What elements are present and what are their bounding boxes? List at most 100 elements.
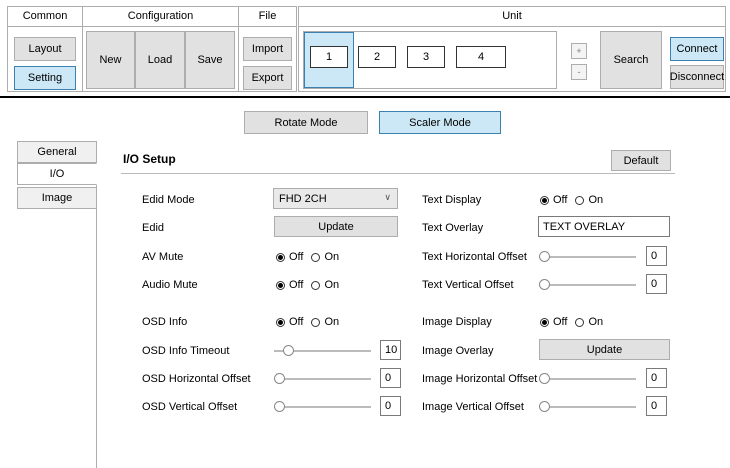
osd-info-timeout-label: OSD Info Timeout xyxy=(142,345,230,357)
unit-4-button[interactable]: 4 xyxy=(456,46,506,68)
image-display-radio: Off On xyxy=(540,315,603,329)
edid-mode-value: FHD 2CH xyxy=(279,192,327,205)
text-overlay-label: Text Overlay xyxy=(422,222,484,234)
text-overlay-input[interactable]: TEXT OVERLAY xyxy=(538,216,670,237)
unit-group-title: Unit xyxy=(299,7,725,27)
image-display-off-radio[interactable] xyxy=(540,317,549,327)
disconnect-button[interactable]: Disconnect xyxy=(670,65,724,89)
image-h-offset-label: Image Horizontal Offset xyxy=(422,373,538,385)
osd-info-timeout-slider[interactable] xyxy=(274,344,371,358)
image-display-on-label: On xyxy=(588,316,604,328)
audio-mute-off-label: Off xyxy=(289,279,304,291)
text-display-on-label: On xyxy=(588,194,604,206)
av-mute-label: AV Mute xyxy=(142,251,184,263)
io-setup-divider xyxy=(121,173,675,174)
tab-io[interactable]: I/O xyxy=(17,163,97,185)
osd-v-offset-label: OSD Vertical Offset xyxy=(142,401,238,413)
audio-mute-label: Audio Mute xyxy=(142,279,198,291)
edid-update-button[interactable]: Update xyxy=(274,216,398,237)
image-v-offset-slider[interactable] xyxy=(539,400,636,414)
save-button[interactable]: Save xyxy=(185,31,235,89)
slider-thumb[interactable] xyxy=(274,401,285,412)
tab-image[interactable]: Image xyxy=(17,187,97,209)
toolbar-separator xyxy=(0,96,730,98)
audio-mute-radio: Off On xyxy=(276,278,339,292)
audio-mute-off-radio[interactable] xyxy=(276,280,285,290)
image-v-offset-value[interactable]: 0 xyxy=(646,396,667,416)
slider-thumb[interactable] xyxy=(539,251,550,262)
osd-info-on-radio[interactable] xyxy=(311,317,321,327)
osd-h-offset-slider[interactable] xyxy=(274,372,371,386)
common-group: Common Layout Setting xyxy=(7,6,83,92)
load-button[interactable]: Load xyxy=(135,31,185,89)
search-button[interactable]: Search xyxy=(600,31,662,89)
audio-mute-on-radio[interactable] xyxy=(311,280,321,290)
osd-info-label: OSD Info xyxy=(142,316,188,328)
text-h-offset-slider[interactable] xyxy=(539,250,636,264)
av-mute-on-label: On xyxy=(324,251,340,263)
text-display-label: Text Display xyxy=(422,194,482,206)
image-display-label: Image Display xyxy=(422,316,492,328)
text-display-on-radio[interactable] xyxy=(575,195,585,205)
text-h-offset-value[interactable]: 0 xyxy=(646,246,667,266)
import-button[interactable]: Import xyxy=(243,37,292,61)
unit-add-button[interactable]: + xyxy=(571,43,587,59)
slider-thumb[interactable] xyxy=(539,401,550,412)
osd-info-on-label: On xyxy=(324,316,340,328)
configuration-group-title: Configuration xyxy=(83,7,238,27)
setting-button[interactable]: Setting xyxy=(14,66,76,90)
unit-group: Unit 1 2 3 4 + - Search Connect Disconne… xyxy=(298,6,726,92)
text-v-offset-value[interactable]: 0 xyxy=(646,274,667,294)
osd-info-off-label: Off xyxy=(289,316,304,328)
av-mute-off-label: Off xyxy=(289,251,304,263)
file-group-title: File xyxy=(239,7,296,27)
text-display-off-label: Off xyxy=(553,194,568,206)
configuration-group: Configuration New Load Save xyxy=(82,6,239,92)
osd-h-offset-value[interactable]: 0 xyxy=(380,368,401,388)
default-button[interactable]: Default xyxy=(611,150,671,171)
common-group-title: Common xyxy=(8,7,82,27)
osd-v-offset-slider[interactable] xyxy=(274,400,371,414)
text-display-off-radio[interactable] xyxy=(540,195,549,205)
unit-remove-button[interactable]: - xyxy=(571,64,587,80)
io-setup-title: I/O Setup xyxy=(123,152,176,166)
slider-thumb[interactable] xyxy=(274,373,285,384)
text-v-offset-slider[interactable] xyxy=(539,278,636,292)
scaler-mode-button[interactable]: Scaler Mode xyxy=(379,111,501,134)
layout-button[interactable]: Layout xyxy=(14,37,76,61)
connect-button[interactable]: Connect xyxy=(670,37,724,61)
image-overlay-label: Image Overlay xyxy=(422,345,494,357)
audio-mute-on-label: On xyxy=(324,279,340,291)
slider-thumb[interactable] xyxy=(539,373,550,384)
unit-2-button[interactable]: 2 xyxy=(358,46,396,68)
text-h-offset-label: Text Horizontal Offset xyxy=(422,251,527,263)
export-button[interactable]: Export xyxy=(243,66,292,90)
slider-thumb[interactable] xyxy=(283,345,294,356)
osd-info-radio: Off On xyxy=(276,315,339,329)
rotate-mode-button[interactable]: Rotate Mode xyxy=(244,111,368,134)
av-mute-radio: Off On xyxy=(276,250,339,264)
edid-mode-dropdown[interactable]: FHD 2CH ∨ xyxy=(273,188,398,209)
av-mute-on-radio[interactable] xyxy=(311,252,321,262)
text-display-radio: Off On xyxy=(540,193,603,207)
new-button[interactable]: New xyxy=(86,31,135,89)
image-h-offset-value[interactable]: 0 xyxy=(646,368,667,388)
chevron-down-icon: ∨ xyxy=(384,192,391,202)
slider-thumb[interactable] xyxy=(539,279,550,290)
file-group: File Import Export xyxy=(238,6,297,92)
image-overlay-update-button[interactable]: Update xyxy=(539,339,670,360)
tab-general[interactable]: General xyxy=(17,141,97,163)
osd-h-offset-label: OSD Horizontal Offset xyxy=(142,373,251,385)
image-h-offset-slider[interactable] xyxy=(539,372,636,386)
av-mute-off-radio[interactable] xyxy=(276,252,285,262)
osd-info-timeout-value[interactable]: 10 xyxy=(380,340,401,360)
osd-info-off-radio[interactable] xyxy=(276,317,285,327)
image-display-on-radio[interactable] xyxy=(575,317,585,327)
unit-3-button[interactable]: 3 xyxy=(407,46,445,68)
image-v-offset-label: Image Vertical Offset xyxy=(422,401,524,413)
text-v-offset-label: Text Vertical Offset xyxy=(422,279,514,291)
edid-label: Edid xyxy=(142,222,165,234)
image-display-off-label: Off xyxy=(553,316,568,328)
osd-v-offset-value[interactable]: 0 xyxy=(380,396,401,416)
unit-1-button[interactable]: 1 xyxy=(310,46,348,68)
